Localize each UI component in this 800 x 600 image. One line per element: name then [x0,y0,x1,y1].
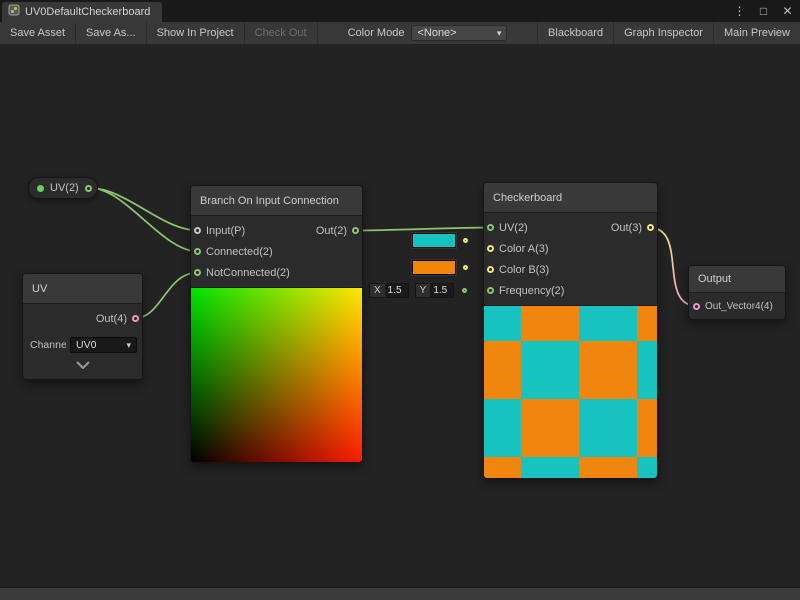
uv-channel-dropdown[interactable]: UV0 ▾ [70,337,137,353]
frequency-field: X 1.5 Y 1.5 [369,283,467,298]
save-as-button[interactable]: Save As... [76,22,147,44]
check-out-button: Check Out [245,22,318,44]
node-checkerboard[interactable]: Checkerboard UV(2) Color A(3) Color B(3) [483,182,658,479]
toolbar: Save Asset Save As... Show In Project Ch… [0,22,800,44]
checkerboard-node-title[interactable]: Checkerboard [484,183,657,213]
uv-node-expander[interactable] [23,353,142,379]
frequency-y-input[interactable]: 1.5 [430,283,454,298]
branch-out-port[interactable] [352,227,359,234]
color-mode-dropdown[interactable]: <None> ▾ [411,25,507,41]
exposed-property-dot [37,185,44,192]
color-mode-value: <None> [417,27,456,39]
edge-uvprop-to-connected[interactable] [90,188,198,252]
edge-uvnode-to-notconnected[interactable] [134,273,198,319]
tab-title: UV0DefaultCheckerboard [25,6,150,18]
output-port-label: Out_Vector4(4) [705,301,773,312]
branch-out-label: Out(2) [316,225,347,237]
uv-channel-value: UV0 [76,339,96,351]
checkerboard-preview [484,305,657,478]
branch-connected-label: Connected(2) [206,246,273,258]
output-in-port[interactable] [693,303,700,310]
color-mode-group: Color Mode <None> ▾ [348,22,508,44]
property-label: UV(2) [50,182,79,194]
window-maximize-icon[interactable]: □ [757,3,770,19]
show-in-project-button[interactable]: Show In Project [147,22,245,44]
color-b-connector-dot[interactable] [463,265,468,270]
checkerboard-uv-port[interactable] [487,224,494,231]
node-uv[interactable]: UV Out(4) Channe UV0 ▾ [22,273,143,380]
frequency-y-label: Y [415,283,431,298]
branch-preview [191,287,362,462]
branch-input-port[interactable] [194,227,201,234]
toolbar-right-group: Blackboard Graph Inspector Main Preview [537,22,800,44]
graph-tab[interactable]: UV0DefaultCheckerboard [2,2,162,22]
checkerboard-colora-label: Color A(3) [499,243,549,255]
shader-graph-icon [8,3,20,21]
edge-uvprop-to-input[interactable] [90,188,198,231]
save-asset-button[interactable]: Save Asset [0,22,76,44]
branch-input-ports: Input(P) Connected(2) NotConnected(2) [194,220,290,283]
edge-branch-to-checkerboard[interactable] [354,228,491,231]
uv-out-label: Out(4) [96,313,127,325]
node-branch-on-input-connection[interactable]: Branch On Input Connection Input(P) Conn… [190,185,363,463]
output-node-title[interactable]: Output [689,266,785,293]
uv-channel-row: Channe UV0 ▾ [30,337,137,353]
checkerboard-out-label: Out(3) [611,222,642,234]
uvprop-output-port[interactable] [85,185,92,192]
window-menu-icon[interactable]: ⋮ [733,3,746,19]
uv-output-ports: Out(4) [96,308,139,329]
window-bottom-edge [0,588,800,600]
checkerboard-input-ports: UV(2) Color A(3) Color B(3) Frequency(2) [487,217,564,301]
uv-channel-label: Channe [30,339,66,351]
chevron-down-icon: ▾ [497,28,502,39]
color-a-field [412,233,468,248]
color-mode-label: Color Mode [348,27,405,39]
node-uv-property[interactable]: UV(2) [28,177,98,199]
graph-canvas[interactable]: UV(2) Branch On Input Connection Input(P… [0,44,800,588]
main-preview-button[interactable]: Main Preview [713,22,800,44]
checkerboard-colora-port[interactable] [487,245,494,252]
checkerboard-uv-label: UV(2) [499,222,528,234]
collapse-chevron-icon [75,361,91,369]
checkerboard-colorb-label: Color B(3) [499,264,549,276]
branch-output-ports: Out(2) [316,220,359,283]
color-b-field [412,260,468,275]
checkerboard-frequency-label: Frequency(2) [499,285,564,297]
checkerboard-colorb-port[interactable] [487,266,494,273]
color-a-swatch[interactable] [412,233,456,248]
window-close-icon[interactable]: ✕ [781,3,794,19]
branch-input-label: Input(P) [206,225,245,237]
window-controls: ⋮ □ ✕ [733,3,794,19]
branch-notconnected-port[interactable] [194,269,201,276]
uv-out-port[interactable] [132,315,139,322]
graph-inspector-button[interactable]: Graph Inspector [613,22,713,44]
titlebar: UV0DefaultCheckerboard ⋮ □ ✕ [0,0,800,22]
checkerboard-output-ports: Out(3) [611,217,654,301]
branch-node-title[interactable]: Branch On Input Connection [191,186,362,216]
uv-node-title[interactable]: UV [23,274,142,304]
color-b-swatch[interactable] [412,260,456,275]
chevron-down-icon: ▾ [126,340,131,351]
color-a-connector-dot[interactable] [463,238,468,243]
frequency-x-input[interactable]: 1.5 [385,283,409,298]
checkerboard-out-port[interactable] [647,224,654,231]
shader-graph-window: UV0DefaultCheckerboard ⋮ □ ✕ Save Asset … [0,0,800,600]
checkerboard-frequency-port[interactable] [487,287,494,294]
frequency-connector-dot[interactable] [462,288,467,293]
branch-notconnected-label: NotConnected(2) [206,267,290,279]
branch-connected-port[interactable] [194,248,201,255]
frequency-x-label: X [369,283,385,298]
blackboard-button[interactable]: Blackboard [537,22,613,44]
node-output[interactable]: Output Out_Vector4(4) [688,265,786,320]
